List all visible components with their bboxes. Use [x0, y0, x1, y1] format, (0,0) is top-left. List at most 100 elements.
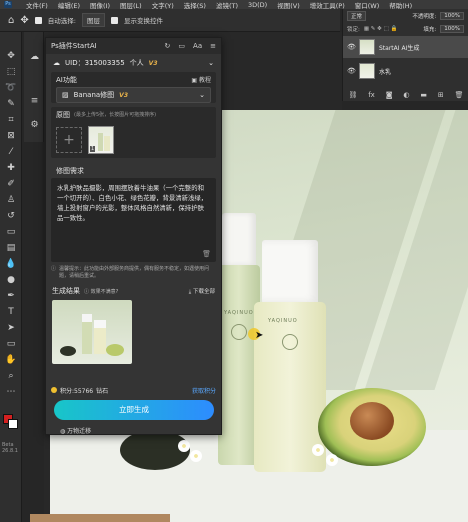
blur-icon[interactable]: 💧 [5, 258, 17, 270]
shape-icon[interactable]: ▭ [5, 338, 17, 350]
tools-panel: ✥ ⬚ ➰ ✎ ⌗ ⊠ ⁄ ✚ ✐ ♙ ↺ ▭ ▤ 💧 ● ✒ T ➤ ▭ ✋ … [0, 32, 22, 522]
layer-thumbnail [359, 39, 375, 55]
brush-icon[interactable]: ✐ [5, 178, 17, 190]
stamp-icon[interactable]: ♙ [5, 194, 17, 206]
uid-label: UID：315003355 [65, 59, 125, 67]
result-image-thumbnail[interactable] [52, 300, 132, 364]
gradient-icon[interactable]: ▤ [5, 242, 17, 254]
thumb-bottle [94, 320, 106, 354]
dodge-icon[interactable]: ● [5, 274, 17, 286]
visibility-eye-icon[interactable]: 👁 [347, 43, 356, 51]
history-brush-icon[interactable]: ↺ [5, 210, 17, 222]
mask-icon[interactable]: ◙ [386, 91, 393, 99]
background-color-swatch[interactable] [8, 419, 18, 429]
font-size-icon[interactable]: Aa [193, 42, 202, 50]
photoshop-logo-icon[interactable]: Ps [4, 1, 12, 8]
hand-icon[interactable]: ✋ [5, 354, 17, 366]
window-icon[interactable]: ▭ [178, 42, 185, 50]
eyedropper-icon[interactable]: ⁄ [5, 146, 17, 158]
path-select-icon[interactable]: ➤ [5, 322, 17, 334]
chevron-down-icon[interactable]: ⌄ [208, 59, 214, 67]
layer-row-shuiru[interactable]: 👁 水乳 [343, 60, 468, 82]
mouse-cursor-icon: ➤ [255, 330, 264, 341]
fill-input[interactable]: 100% [440, 25, 464, 33]
model-dropdown[interactable]: ▨ Banana修图 V3 ⌄ [56, 87, 211, 103]
results-label: 生成结果 [52, 287, 80, 295]
satisfaction-link[interactable]: ⓘ 效果不满意? [84, 288, 118, 295]
more-tools-icon[interactable]: ⋯ [5, 386, 17, 398]
ai-function-section: AI功能 ▣ 教程 ▨ Banana修图 V3 ⌄ [51, 72, 216, 103]
plugin-title: Ps插件StartAI [51, 42, 97, 50]
lasso-icon[interactable]: ➰ [5, 82, 17, 94]
adjustment-icon[interactable]: ◐ [403, 91, 409, 99]
menu-icon[interactable]: ≡ [210, 42, 216, 50]
white-flower [312, 444, 324, 456]
avocado-pit [350, 402, 394, 440]
show-transform-checkbox[interactable] [110, 16, 118, 24]
crop-icon[interactable]: ⌗ [5, 114, 17, 126]
blend-row: 正常 不透明度: 100% [343, 9, 468, 23]
link-icon[interactable]: ⛓ [348, 91, 357, 99]
layer-row-startai[interactable]: 👁 StartAI AI生成 [343, 36, 468, 58]
marquee-icon[interactable]: ⬚ [5, 66, 17, 78]
zoom-icon[interactable]: ⌕ [5, 370, 17, 382]
bottle-brand-text: YAQINUO [224, 310, 254, 316]
frame-icon[interactable]: ⊠ [5, 130, 17, 142]
auto-select-checkbox[interactable] [34, 16, 42, 24]
lock-label: 锁定: [347, 27, 360, 33]
vip-badge: V3 [148, 59, 158, 67]
cloud-icon[interactable]: ☁ [29, 52, 40, 63]
opacity-input[interactable]: 100% [440, 12, 464, 20]
ai-function-label: AI功能 [56, 75, 77, 84]
opacity-label: 不透明度: [412, 14, 437, 20]
move-tool-icon[interactable]: ✥ [20, 15, 28, 26]
below-panel-item[interactable]: ◍ 万物迁移 [60, 426, 91, 435]
healing-icon[interactable]: ✚ [5, 162, 17, 174]
layers-footer: ⛓ fx ◙ ◐ ▬ ⊞ 🗑 [343, 89, 468, 101]
settings-gear-icon[interactable]: ⚙ [29, 120, 40, 131]
blend-mode-dropdown[interactable]: 正常 [347, 11, 367, 21]
menu-3d[interactable]: 3D(D) [244, 1, 271, 9]
auto-select-dropdown[interactable]: 图层 [81, 13, 105, 27]
visibility-eye-icon[interactable]: 👁 [347, 67, 356, 75]
download-all-label: 下载全部 [192, 288, 215, 295]
layers-stack-icon[interactable]: ≡ [29, 96, 40, 107]
beta-version-label: Beta 26.8.1 [2, 442, 18, 454]
generate-button[interactable]: 立即生成 [54, 400, 214, 420]
startai-plugin-panel: Ps插件StartAI ↻ ▭ Aa ≡ ☁ UID：315003355 个人 … [45, 37, 222, 435]
prompt-text: 水乳护肤品摄影，周围摆放着牛油果（一个完整的和一个切开的）、白色小花、绿色花瓣，… [57, 184, 208, 222]
add-image-button[interactable]: + [56, 127, 82, 153]
earn-points-link[interactable]: 获取积分 [192, 386, 216, 395]
source-image-note: (最多上传5张，长按图片可拖拽排序) [74, 112, 157, 118]
tutorial-link[interactable]: ▣ 教程 [191, 75, 211, 84]
fx-icon[interactable]: fx [368, 91, 375, 99]
menu-bar: Ps 文件(F) 编辑(E) 图像(I) 图层(L) 文字(Y) 选择(S) 滤… [0, 0, 468, 10]
source-image-header: 原图 (最多上传5张，长按图片可拖拽排序) [51, 107, 216, 122]
refresh-icon[interactable]: ↻ [165, 42, 171, 50]
panel-icon-strip: ☁ ≡ ⚙ [24, 32, 44, 142]
folder-icon[interactable]: ▬ [420, 91, 427, 99]
lock-icons[interactable]: ▦ ✎ ✥ ⬚ 🔒 [364, 26, 397, 32]
reference-image-thumbnail[interactable]: 1 [88, 126, 114, 154]
eraser-icon[interactable]: ▭ [5, 226, 17, 238]
globe-icon: ◍ [60, 428, 66, 435]
layer-thumbnail [359, 63, 375, 79]
source-image-row: + 1 [51, 122, 216, 158]
points-label: 积分:55766 [60, 387, 94, 395]
home-icon[interactable]: ⌂ [8, 15, 14, 26]
quick-select-icon[interactable]: ✎ [5, 98, 17, 110]
move-icon[interactable]: ✥ [5, 50, 17, 62]
user-row: ☁ UID：315003355 个人 V3 ⌄ [46, 54, 221, 72]
new-layer-icon[interactable]: ⊞ [438, 91, 444, 99]
trash-icon[interactable]: 🗑 [455, 91, 464, 99]
type-icon[interactable]: T [5, 306, 17, 318]
ai-function-header: AI功能 ▣ 教程 [51, 72, 216, 87]
prompt-textarea[interactable]: 水乳护肤品摄影，周围摆放着牛油果（一个完整的和一个切开的）、白色小花、绿色花瓣，… [51, 178, 216, 262]
download-all-button[interactable]: ⤓ 下载全部 [189, 287, 215, 296]
small-bottle-cap [222, 213, 256, 265]
white-flower [190, 450, 202, 462]
edit-request-header: 修图需求 [51, 163, 216, 178]
pen-icon[interactable]: ✒ [5, 290, 17, 302]
wood-edge [30, 514, 170, 522]
clear-prompt-icon[interactable]: 🗑 [202, 249, 211, 259]
